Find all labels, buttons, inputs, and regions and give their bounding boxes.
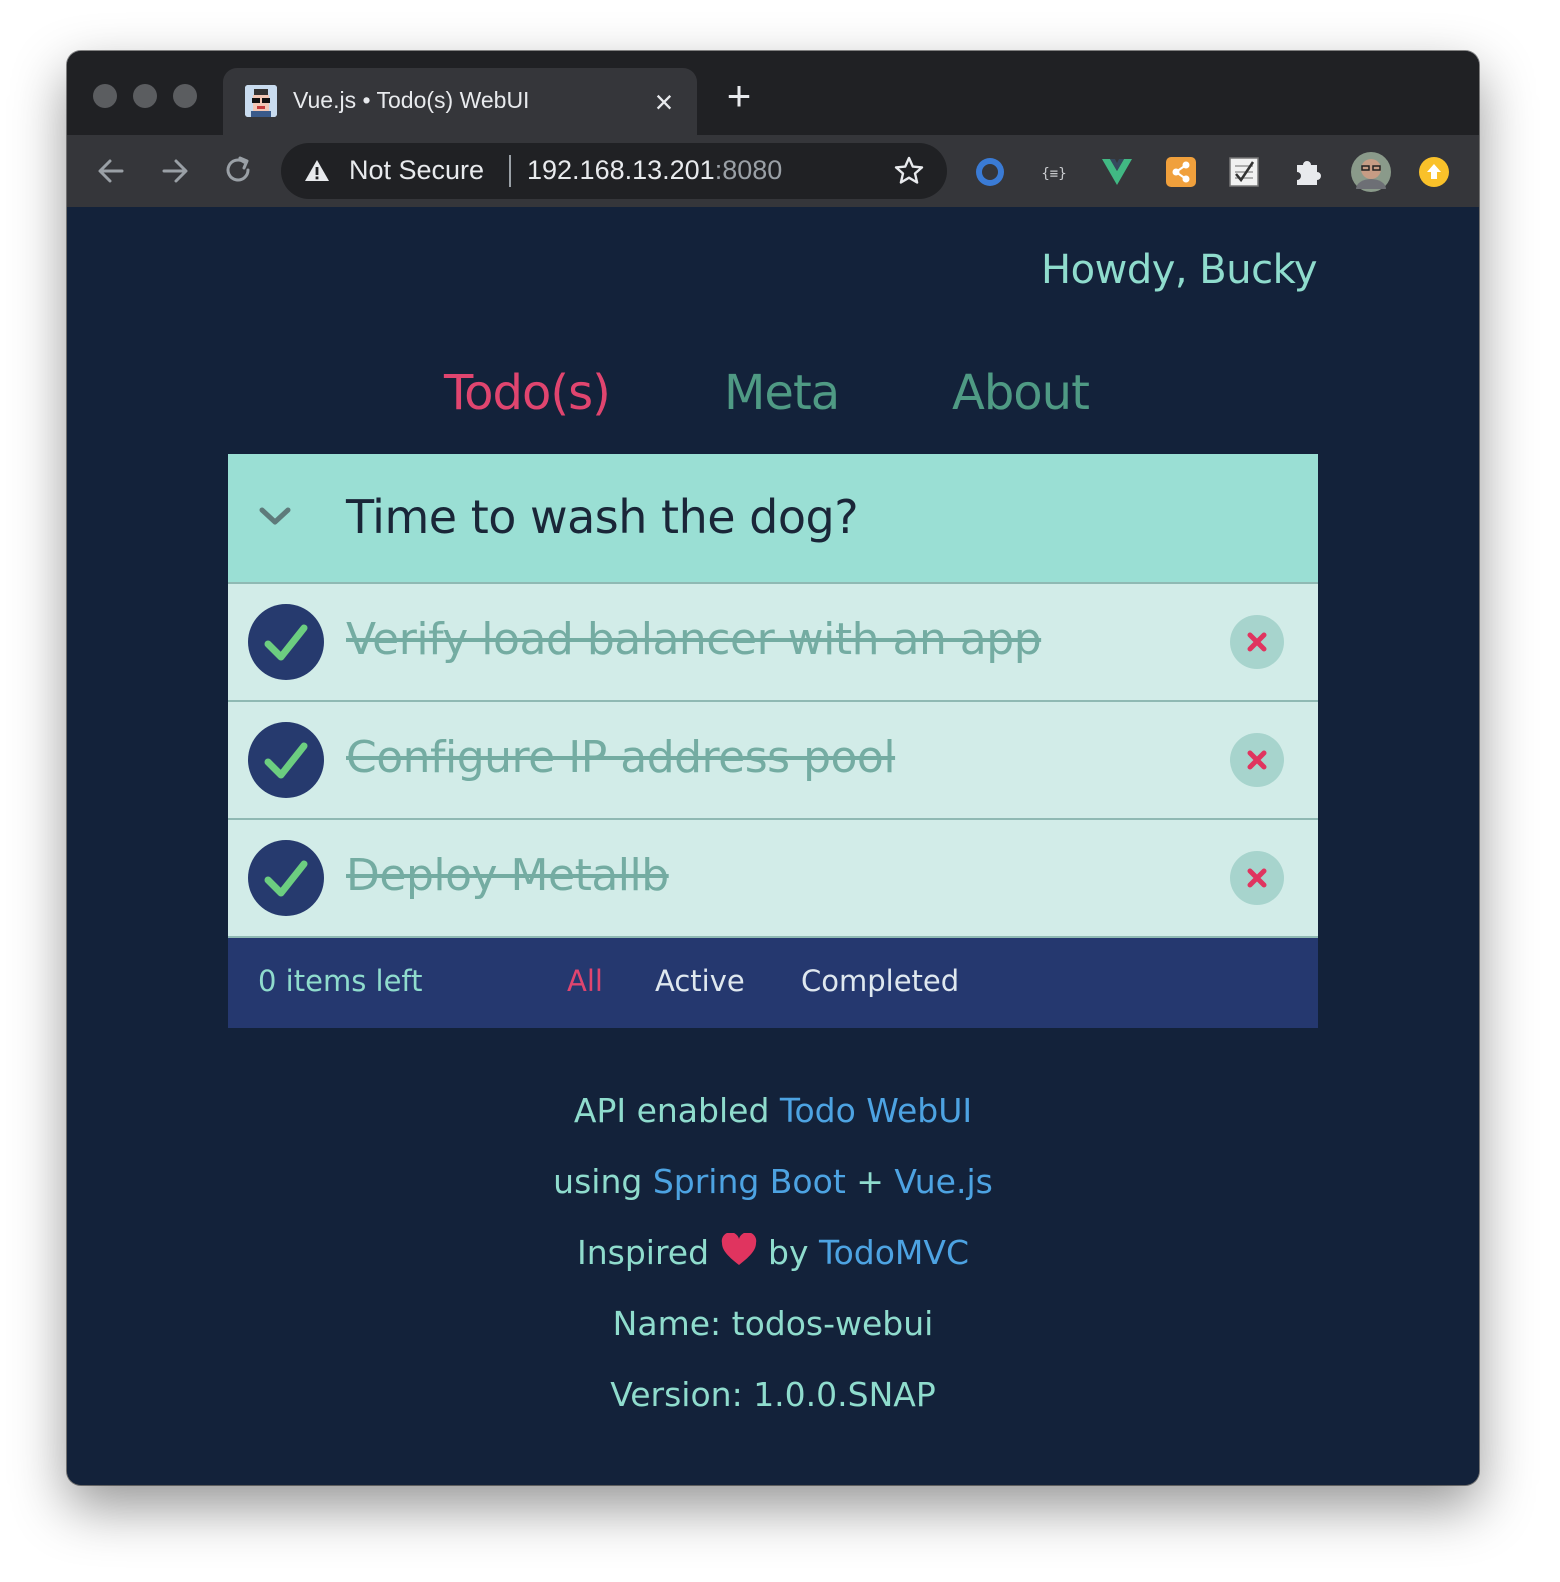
items-left-count: 0 items left — [258, 964, 423, 998]
nav-link-meta[interactable]: Meta — [724, 365, 840, 421]
new-todo-header: Time to wash the dog? — [228, 454, 1318, 582]
checkmark-toggle-icon[interactable] — [248, 722, 324, 798]
todo-item: Configure IP address pool — [228, 700, 1318, 818]
tab-strip: Vue.js • Todo(s) WebUI × + — [67, 51, 1479, 135]
puzzle-piece-icon[interactable] — [1291, 155, 1325, 189]
address-bar[interactable]: Not Secure 192.168.13.201:8080 — [281, 143, 947, 199]
vue-devtools-icon[interactable] — [1100, 155, 1134, 189]
checkmark-toggle-icon[interactable] — [248, 840, 324, 916]
info-using-line: using Spring Boot + Vue.js — [67, 1162, 1479, 1201]
url-port: :8080 — [714, 155, 783, 185]
update-icon[interactable] — [1417, 155, 1451, 189]
todo-webui-link[interactable]: Todo WebUI — [780, 1091, 972, 1130]
url-text[interactable]: 192.168.13.201:8080 — [527, 155, 782, 186]
todo-item-title[interactable]: Configure IP address pool — [346, 732, 896, 783]
filter-completed[interactable]: Completed — [801, 964, 959, 998]
reload-icon[interactable] — [220, 153, 256, 189]
json-formatter-icon[interactable]: {≡} — [1037, 155, 1071, 189]
todo-item-title[interactable]: Deploy Metallb — [346, 850, 669, 901]
page-content: Howdy, Bucky Todo(s) Meta About Time to … — [67, 207, 1479, 1485]
toggle-all-chevron-icon[interactable] — [256, 502, 294, 532]
spring-boot-link[interactable]: Spring Boot — [653, 1162, 846, 1201]
user-greeting: Howdy, Bucky — [1041, 247, 1317, 293]
nav-link-about[interactable]: About — [952, 365, 1090, 421]
todomvc-link[interactable]: TodoMVC — [819, 1233, 969, 1272]
todo-item-title[interactable]: Verify load balancer with an app — [346, 614, 1042, 665]
forward-arrow-icon[interactable] — [157, 153, 193, 189]
share-extension-icon[interactable] — [1164, 155, 1198, 189]
checklist-extension-icon[interactable] — [1227, 155, 1261, 189]
extension-circle-icon[interactable] — [973, 155, 1007, 189]
favicon-icon — [245, 85, 277, 117]
address-divider — [509, 155, 511, 187]
filter-active[interactable]: Active — [655, 964, 745, 998]
info-api-line: API enabled Todo WebUI — [67, 1091, 1479, 1130]
close-window-button[interactable] — [93, 84, 117, 108]
delete-x-icon[interactable] — [1230, 851, 1284, 905]
info-inspired: Inspired — [577, 1233, 720, 1272]
svg-text:{≡}: {≡} — [1041, 166, 1066, 182]
bookmark-star-icon[interactable] — [893, 155, 925, 187]
security-label[interactable]: Not Secure — [349, 155, 484, 186]
back-arrow-icon[interactable] — [93, 153, 129, 189]
todo-footer: 0 items left All Active Completed — [228, 936, 1318, 1028]
info-by: by — [757, 1233, 820, 1272]
filter-all[interactable]: All — [567, 964, 603, 998]
info-api-prefix: API enabled — [573, 1091, 780, 1130]
heart-icon — [720, 1232, 758, 1267]
minimize-window-button[interactable] — [133, 84, 157, 108]
delete-x-icon[interactable] — [1230, 733, 1284, 787]
new-tab-button[interactable]: + — [722, 75, 756, 117]
profile-avatar[interactable] — [1350, 151, 1392, 193]
app-name-label: Name: todos-webui — [612, 1304, 934, 1343]
info-plus: + — [845, 1162, 895, 1201]
checkmark-toggle-icon[interactable] — [248, 604, 324, 680]
info-using: using — [553, 1162, 653, 1201]
browser-window: Vue.js • Todo(s) WebUI × + Not Secure 19… — [67, 51, 1479, 1485]
delete-x-icon[interactable] — [1230, 615, 1284, 669]
browser-toolbar: Not Secure 192.168.13.201:8080 {≡} — [67, 135, 1479, 207]
warning-icon[interactable] — [303, 157, 331, 185]
zoom-window-button[interactable] — [173, 84, 197, 108]
tab-title: Vue.js • Todo(s) WebUI — [293, 87, 530, 113]
todo-item: Verify load balancer with an app — [228, 582, 1318, 700]
new-todo-input[interactable]: Time to wash the dog? — [346, 490, 859, 544]
todo-item: Deploy Metallb — [228, 818, 1318, 936]
info-inspired-line: Inspired by TodoMVC — [67, 1232, 1479, 1272]
todo-app-card: Time to wash the dog? Verify load balanc… — [228, 454, 1318, 1028]
nav-link-todos[interactable]: Todo(s) — [444, 365, 611, 421]
app-version-label: Version: 1.0.0.SNAP — [610, 1375, 936, 1414]
url-host: 192.168.13.201 — [527, 155, 715, 185]
browser-tab[interactable]: Vue.js • Todo(s) WebUI × — [223, 68, 697, 135]
vuejs-link[interactable]: Vue.js — [894, 1162, 992, 1201]
tab-close-icon[interactable]: × — [649, 86, 679, 118]
